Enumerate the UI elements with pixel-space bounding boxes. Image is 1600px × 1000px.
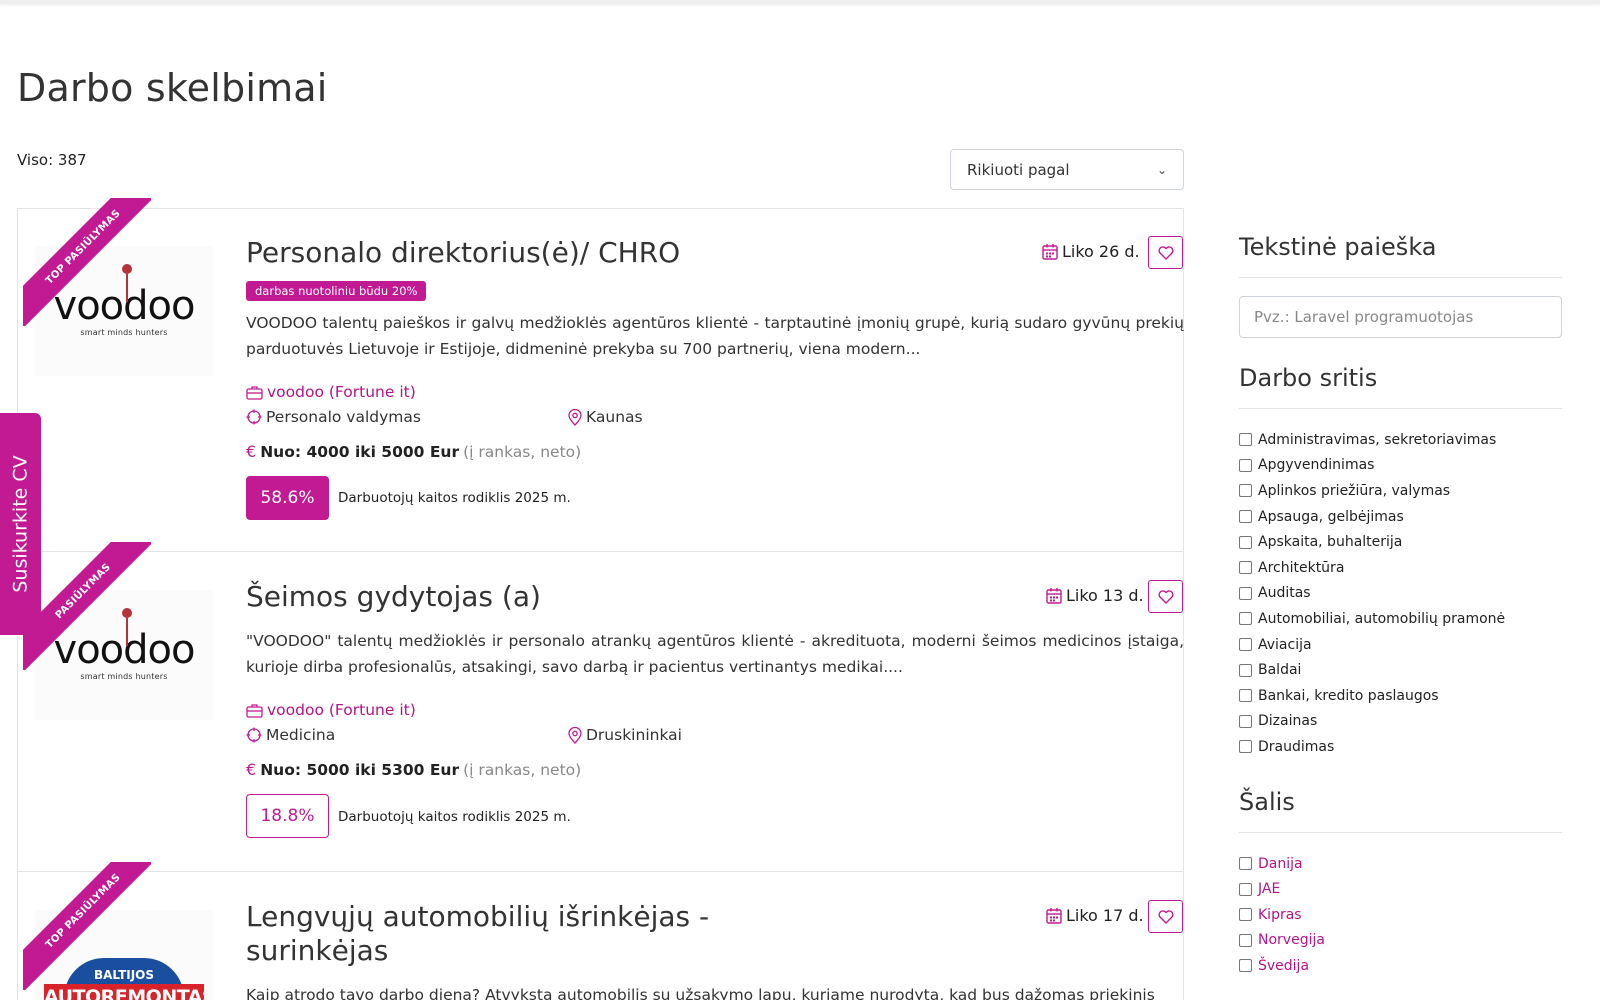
area-checkbox[interactable]: Administravimas, sekretoriavimas — [1239, 427, 1562, 453]
country-checkbox[interactable]: Švedija — [1239, 953, 1562, 979]
chevron-down-icon: ⌄ — [1156, 162, 1167, 177]
country-checkbox-list: Danija JAE Kipras Norvegija Švedija — [1239, 851, 1562, 979]
sort-select-value: Rikiuoti pagal — [967, 160, 1070, 179]
job-salary: € Nuo: 4000 iki 5000 Eur (į rankas, neto… — [246, 442, 582, 461]
area-checkbox[interactable]: Auditas — [1239, 581, 1562, 607]
calendar-icon — [1042, 244, 1058, 260]
area-checkbox[interactable]: Draudimas — [1239, 734, 1562, 760]
location-pin-icon — [568, 726, 582, 744]
page-title: Darbo skelbimai — [17, 66, 328, 110]
divider — [1239, 408, 1562, 409]
deadline: Liko 17 d. — [1046, 906, 1144, 925]
job-title-link[interactable]: Personalo direktorius(ė)/ CHRO — [246, 236, 680, 269]
turnover-rate-badge: 58.6% — [246, 476, 329, 520]
heart-icon — [1158, 909, 1173, 924]
total-count: Viso: 387 — [17, 151, 87, 169]
divider — [1239, 277, 1562, 278]
job-city: Druskininkai — [568, 726, 682, 744]
heart-icon — [1158, 245, 1173, 260]
divider — [1239, 831, 1562, 833]
company-link[interactable]: voodoo (Fortune it) — [246, 383, 416, 401]
euro-icon: € — [246, 760, 257, 779]
area-checkbox[interactable]: Architektūra — [1239, 555, 1562, 581]
area-checkbox[interactable]: Baldai — [1239, 657, 1562, 683]
favorite-button[interactable] — [1148, 236, 1183, 269]
country-checkbox[interactable]: Kipras — [1239, 902, 1562, 928]
area-checkbox[interactable]: Dizainas — [1239, 709, 1562, 735]
area-checkbox[interactable]: Bankai, kredito paslaugos — [1239, 683, 1562, 709]
area-checkbox[interactable]: Aviacija — [1239, 632, 1562, 658]
calendar-icon — [1046, 908, 1062, 924]
country-checkbox[interactable]: Danija — [1239, 851, 1562, 877]
location-pin-icon — [568, 408, 582, 426]
deadline-text: Liko 17 d. — [1066, 906, 1144, 925]
job-salary: € Nuo: 5000 iki 5300 Eur (į rankas, neto… — [246, 760, 582, 779]
deadline-text: Liko 13 d. — [1066, 586, 1144, 605]
company-logo[interactable]: BALTIJOS AUTOREMONTAS — [35, 910, 213, 1000]
deadline: Liko 13 d. — [1046, 586, 1144, 605]
create-cv-label: Susikurkite CV — [9, 455, 32, 593]
job-description: Kaip atrodo tavo darbo diena? Atvyksta a… — [246, 986, 1155, 1000]
crosshair-icon — [246, 727, 262, 743]
filter-sidebar: Tekstinė paieška Pvz.: Laravel programuo… — [1239, 225, 1562, 979]
area-checkbox[interactable]: Aplinkos priežiūra, valymas — [1239, 478, 1562, 504]
euro-icon: € — [246, 442, 257, 461]
job-title-link[interactable]: Lengvųjų automobilių išrinkėjas - surink… — [246, 900, 766, 968]
country-title: Šalis — [1239, 787, 1295, 816]
turnover-rate-label: Darbuotojų kaitos rodiklis 2025 m. — [338, 809, 571, 825]
area-title: Darbo sritis — [1239, 364, 1378, 392]
job-card: voodoo smart minds hunters TOP PASIŪLYMA… — [17, 198, 1184, 552]
turnover-rate-label: Darbuotojų kaitos rodiklis 2025 m. — [338, 490, 571, 506]
company-link[interactable]: voodoo (Fortune it) — [246, 701, 416, 719]
favorite-button[interactable] — [1148, 900, 1183, 933]
top-navbar-edge — [0, 0, 1600, 4]
remote-badge: darbas nuotoliniu būdu 20% — [246, 281, 427, 301]
crosshair-icon — [246, 409, 262, 425]
text-search-title: Tekstinė paieška — [1239, 233, 1437, 261]
job-description: VOODOO talentų paieškos ir galvų medžiok… — [246, 314, 1184, 358]
create-cv-tab[interactable]: Susikurkite CV — [0, 413, 41, 635]
job-card: voodoo smart minds hunters PASIŪLYMAS Še… — [17, 542, 1184, 872]
text-search-placeholder: Pvz.: Laravel programuotojas — [1254, 308, 1474, 326]
job-card: BALTIJOS AUTOREMONTAS TOP PASIŪLYMAS Len… — [17, 862, 1184, 1000]
job-category: Medicina — [246, 726, 335, 744]
company-logo[interactable]: voodoo smart minds hunters — [35, 246, 213, 376]
job-description: "VOODOO" talentų medžioklės ir personalo… — [246, 632, 1184, 676]
area-checkbox[interactable]: Apskaita, buhalterija — [1239, 529, 1562, 555]
job-city: Kaunas — [568, 408, 643, 426]
baltijos-autoremontas-logo: BALTIJOS AUTOREMONTAS — [44, 954, 204, 1000]
briefcase-icon — [246, 385, 263, 400]
logo-tagline: smart minds hunters — [80, 671, 168, 681]
job-title-link[interactable]: Šeimos gydytojas (a) — [246, 580, 541, 613]
company-logo[interactable]: voodoo smart minds hunters — [35, 590, 213, 720]
area-checkbox[interactable]: Automobiliai, automobilių pramonė — [1239, 606, 1562, 632]
deadline-text: Liko 26 d. — [1062, 242, 1140, 261]
area-checkbox[interactable]: Apgyvendinimas — [1239, 453, 1562, 479]
logo-tagline: smart minds hunters — [80, 327, 168, 337]
heart-icon — [1158, 589, 1173, 604]
voodoo-logo: voodoo — [54, 607, 195, 670]
text-search-input[interactable]: Pvz.: Laravel programuotojas — [1239, 296, 1562, 338]
favorite-button[interactable] — [1148, 580, 1183, 613]
sort-select[interactable]: Rikiuoti pagal ⌄ — [950, 149, 1184, 190]
country-checkbox[interactable]: Norvegija — [1239, 928, 1562, 954]
calendar-icon — [1046, 588, 1062, 604]
job-category: Personalo valdymas — [246, 408, 421, 426]
area-checkbox-list: Administravimas, sekretoriavimas Apgyven… — [1239, 427, 1562, 760]
voodoo-logo: voodoo — [54, 263, 195, 326]
area-checkbox[interactable]: Apsauga, gelbėjimas — [1239, 504, 1562, 530]
briefcase-icon — [246, 703, 263, 718]
turnover-rate-badge: 18.8% — [246, 794, 329, 838]
deadline: Liko 26 d. — [1042, 242, 1140, 261]
country-checkbox[interactable]: JAE — [1239, 876, 1562, 902]
